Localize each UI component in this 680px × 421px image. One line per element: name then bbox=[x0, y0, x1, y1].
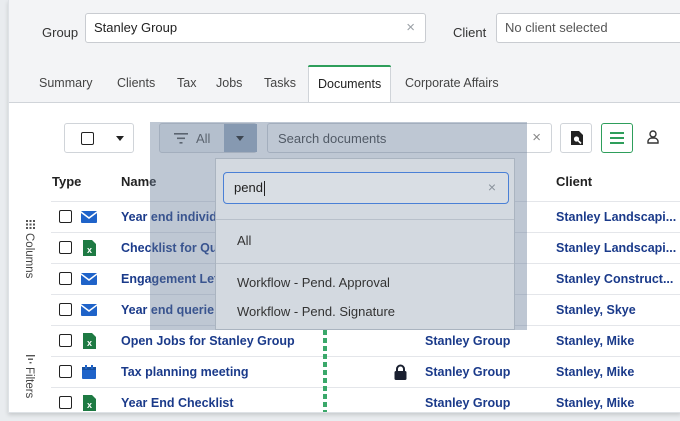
chevron-down-icon bbox=[116, 136, 124, 141]
document-name-link[interactable]: Open Jobs for Stanley Group bbox=[121, 334, 295, 348]
user-button[interactable] bbox=[641, 123, 680, 153]
tab-bar: Summary Clients Tax Jobs Tasks Documents… bbox=[9, 57, 680, 103]
filters-icon bbox=[26, 355, 35, 364]
tab-tasks[interactable]: Tasks bbox=[264, 76, 296, 90]
list-view-button[interactable] bbox=[601, 123, 633, 153]
client-link[interactable]: Stanley Construct... bbox=[556, 272, 673, 286]
columns-grid-icon bbox=[26, 220, 35, 229]
row-checkbox[interactable] bbox=[59, 272, 72, 285]
tab-jobs[interactable]: Jobs bbox=[216, 76, 242, 90]
row-checkbox[interactable] bbox=[59, 334, 72, 347]
tab-clients[interactable]: Clients bbox=[117, 76, 155, 90]
table-row[interactable]: Tax planning meeting Stanley Group Stanl… bbox=[51, 356, 680, 388]
table-row[interactable]: x Year End Checklist Stanley Group Stanl… bbox=[51, 387, 680, 412]
menu-option-pend-signature[interactable]: Workflow - Pend. Signature bbox=[237, 304, 395, 319]
row-checkbox[interactable] bbox=[59, 210, 72, 223]
row-checkbox[interactable] bbox=[59, 365, 72, 378]
user-icon bbox=[647, 130, 659, 144]
tab-documents[interactable]: Documents bbox=[308, 65, 392, 102]
svg-text:x: x bbox=[87, 245, 92, 255]
client-link[interactable]: Stanley, Mike bbox=[556, 365, 634, 379]
row-checkbox[interactable] bbox=[59, 241, 72, 254]
mail-icon bbox=[81, 304, 97, 316]
excel-icon: x bbox=[83, 240, 96, 256]
client-link[interactable]: Stanley, Mike bbox=[556, 334, 634, 348]
list-icon bbox=[610, 132, 624, 144]
preview-button[interactable] bbox=[560, 123, 592, 153]
side-tool-strip: Columns Filters bbox=[17, 160, 43, 410]
menu-option-pend-approval[interactable]: Workflow - Pend. Approval bbox=[237, 275, 390, 290]
columns-panel-toggle[interactable]: Columns bbox=[23, 233, 35, 278]
client-label: Client bbox=[453, 25, 487, 40]
select-all-dropdown[interactable] bbox=[64, 123, 134, 153]
menu-option-all[interactable]: All bbox=[237, 233, 251, 248]
client-link[interactable]: Stanley, Mike bbox=[556, 396, 634, 410]
column-header-type[interactable]: Type bbox=[52, 174, 81, 189]
filters-panel-toggle[interactable]: Filters bbox=[23, 367, 35, 398]
menu-search-input[interactable]: pend × bbox=[223, 172, 509, 204]
group-label: Group bbox=[42, 25, 79, 40]
group-select[interactable]: Stanley Group × bbox=[85, 13, 426, 43]
column-header-client[interactable]: Client bbox=[556, 174, 592, 189]
clear-menu-search-icon[interactable]: × bbox=[488, 173, 496, 202]
group-link[interactable]: Stanley Group bbox=[425, 365, 510, 379]
document-search-icon bbox=[571, 131, 583, 145]
column-resize-guide bbox=[323, 330, 327, 412]
menu-search-value: pend bbox=[234, 180, 263, 195]
calendar-icon bbox=[82, 365, 96, 379]
excel-icon: x bbox=[83, 333, 96, 349]
tab-tax[interactable]: Tax bbox=[177, 76, 196, 90]
mail-icon bbox=[81, 273, 97, 285]
client-link[interactable]: Stanley Landscapi... bbox=[556, 210, 676, 224]
client-placeholder: No client selected bbox=[505, 20, 608, 35]
mail-icon bbox=[81, 211, 97, 223]
row-checkbox[interactable] bbox=[59, 303, 72, 316]
excel-icon: x bbox=[83, 395, 96, 411]
document-name-link[interactable]: Tax planning meeting bbox=[121, 365, 249, 379]
text-caret bbox=[263, 181, 265, 197]
svg-text:x: x bbox=[87, 338, 92, 348]
group-value: Stanley Group bbox=[94, 20, 178, 35]
menu-divider bbox=[216, 219, 514, 220]
clear-group-icon[interactable]: × bbox=[406, 14, 415, 42]
client-link[interactable]: Stanley, Skye bbox=[556, 303, 636, 317]
filter-bar: Group Stanley Group × Client No client s… bbox=[9, 0, 680, 58]
svg-text:x: x bbox=[87, 400, 92, 410]
client-link[interactable]: Stanley Landscapi... bbox=[556, 241, 676, 255]
clear-search-icon[interactable]: × bbox=[532, 129, 541, 146]
client-select[interactable]: No client selected bbox=[496, 13, 680, 43]
tab-summary[interactable]: Summary bbox=[39, 76, 92, 90]
lock-icon bbox=[394, 364, 407, 380]
menu-divider bbox=[216, 263, 514, 264]
row-checkbox[interactable] bbox=[59, 396, 72, 409]
group-link[interactable]: Stanley Group bbox=[425, 334, 510, 348]
document-name-link[interactable]: Year End Checklist bbox=[121, 396, 234, 410]
tab-corporate-affairs[interactable]: Corporate Affairs bbox=[405, 76, 499, 90]
type-filter-menu: pend × All Workflow - Pend. Approval Wor… bbox=[215, 158, 515, 330]
select-all-checkbox[interactable] bbox=[81, 132, 94, 145]
group-link[interactable]: Stanley Group bbox=[425, 396, 510, 410]
